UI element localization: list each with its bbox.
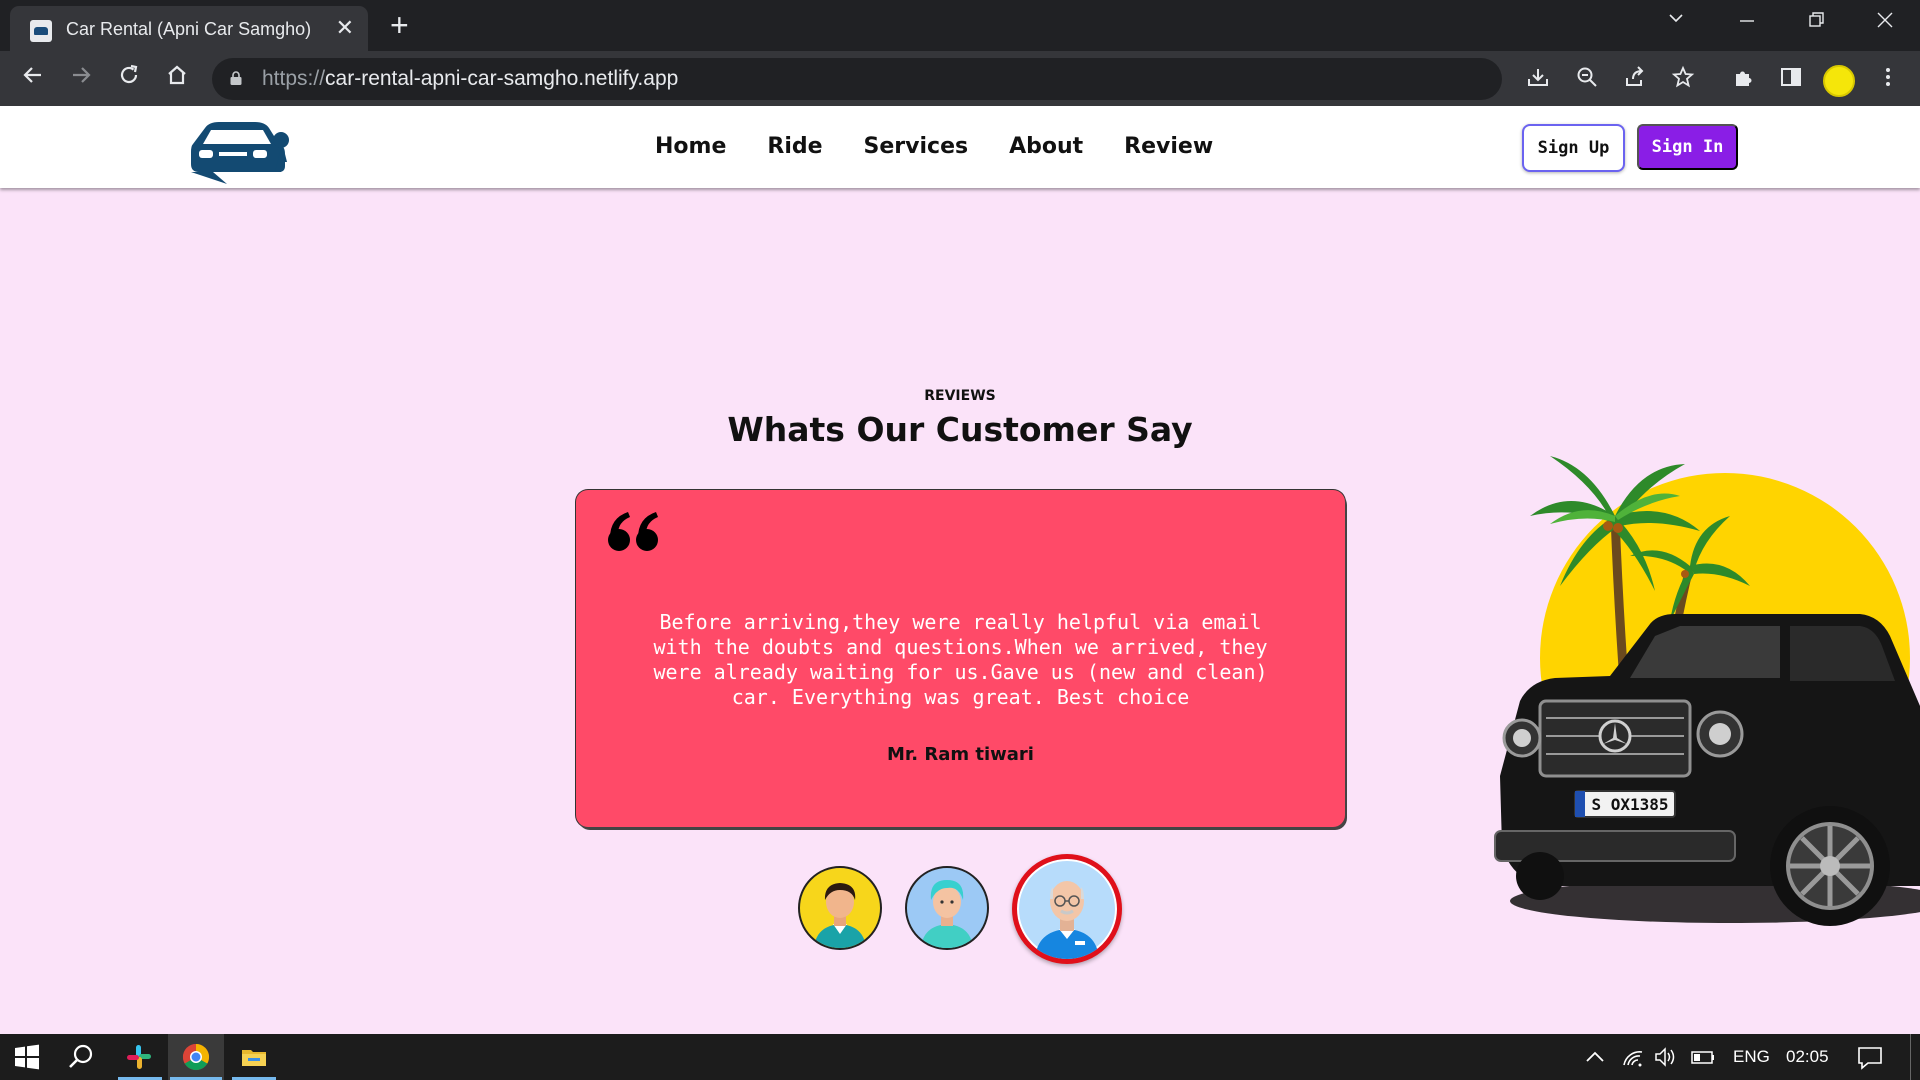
sign-up-button[interactable]: Sign Up [1522, 124, 1625, 172]
wifi-icon[interactable] [1620, 1044, 1646, 1070]
bookmark-star-icon[interactable] [1669, 65, 1697, 93]
car-logo-icon[interactable] [185, 114, 293, 184]
install-app-icon[interactable] [1524, 65, 1552, 93]
lock-icon[interactable] [230, 71, 242, 85]
reload-icon[interactable] [114, 63, 144, 93]
site-favicon-icon [30, 20, 52, 42]
nav-home[interactable]: Home [655, 134, 726, 159]
main-nav: Home Ride Services About Review [655, 134, 1213, 159]
review-text: Before arriving,they were really helpful… [653, 610, 1268, 709]
chrome-icon[interactable] [181, 1042, 211, 1072]
browser-tab[interactable]: Car Rental (Apni Car Samgho) ✕ [10, 6, 368, 51]
url-text: https://car-rental-apni-car-samgho.netli… [262, 67, 679, 90]
reviewer-avatar-3-selected[interactable] [1012, 854, 1122, 964]
new-tab-icon[interactable]: + [390, 8, 409, 42]
file-explorer-icon[interactable] [239, 1042, 269, 1072]
share-icon[interactable] [1621, 65, 1649, 93]
os-taskbar: ENG 02:05 [0, 1034, 1920, 1080]
minimize-icon[interactable] [1738, 10, 1756, 34]
nav-ride[interactable]: Ride [767, 134, 822, 159]
restore-icon[interactable] [1808, 10, 1826, 34]
reviewer-name: Mr. Ram tiwari [887, 744, 1034, 765]
review-card: Before arriving,they were really helpful… [576, 490, 1345, 827]
chevron-up-icon[interactable] [1582, 1044, 1608, 1070]
site-header: Home Ride Services About Review Sign Up … [0, 106, 1920, 188]
zoom-icon[interactable] [1573, 65, 1601, 93]
menu-kebab-icon[interactable] [1874, 65, 1902, 93]
back-icon[interactable] [18, 63, 48, 93]
side-panel-icon[interactable] [1777, 65, 1805, 93]
notifications-icon[interactable] [1856, 1043, 1884, 1071]
show-desktop-divider[interactable] [1910, 1034, 1911, 1080]
browser-tabstrip: Car Rental (Apni Car Samgho) ✕ + [0, 0, 1920, 51]
forward-icon[interactable] [66, 63, 96, 93]
battery-icon[interactable] [1690, 1044, 1716, 1070]
profile-avatar[interactable] [1823, 65, 1855, 97]
close-tab-icon[interactable]: ✕ [336, 15, 354, 41]
tab-search-icon[interactable] [1667, 8, 1685, 32]
browser-toolbar: https://car-rental-apni-car-samgho.netli… [0, 51, 1920, 106]
tab-title: Car Rental (Apni Car Samgho) [66, 19, 312, 39]
windows-start-icon[interactable] [12, 1042, 42, 1072]
input-language[interactable]: ENG [1733, 1047, 1770, 1067]
svg-text:S OX1385: S OX1385 [1591, 795, 1668, 814]
section-heading: Whats Our Customer Say [727, 410, 1193, 449]
sign-in-button[interactable]: Sign In [1637, 124, 1738, 170]
volume-icon[interactable] [1652, 1044, 1678, 1070]
clock-time[interactable]: 02:05 [1786, 1047, 1829, 1067]
section-eyebrow: REVIEWS [924, 388, 996, 404]
car-palm-illustration: S OX1385 [1494, 456, 1920, 926]
home-icon[interactable] [162, 63, 192, 93]
nav-services[interactable]: Services [864, 134, 969, 159]
reviewer-avatar-2[interactable] [905, 866, 989, 950]
page-viewport: Home Ride Services About Review Sign Up … [0, 106, 1920, 1034]
slack-icon[interactable] [124, 1042, 154, 1072]
close-window-icon[interactable] [1876, 10, 1894, 34]
nav-review[interactable]: Review [1124, 134, 1213, 159]
search-icon[interactable] [66, 1042, 96, 1072]
reviewer-avatar-1[interactable] [798, 866, 882, 950]
extensions-icon[interactable] [1729, 65, 1757, 93]
quote-icon [608, 512, 658, 551]
address-bar[interactable]: https://car-rental-apni-car-samgho.netli… [212, 58, 1502, 100]
nav-about[interactable]: About [1009, 134, 1083, 159]
